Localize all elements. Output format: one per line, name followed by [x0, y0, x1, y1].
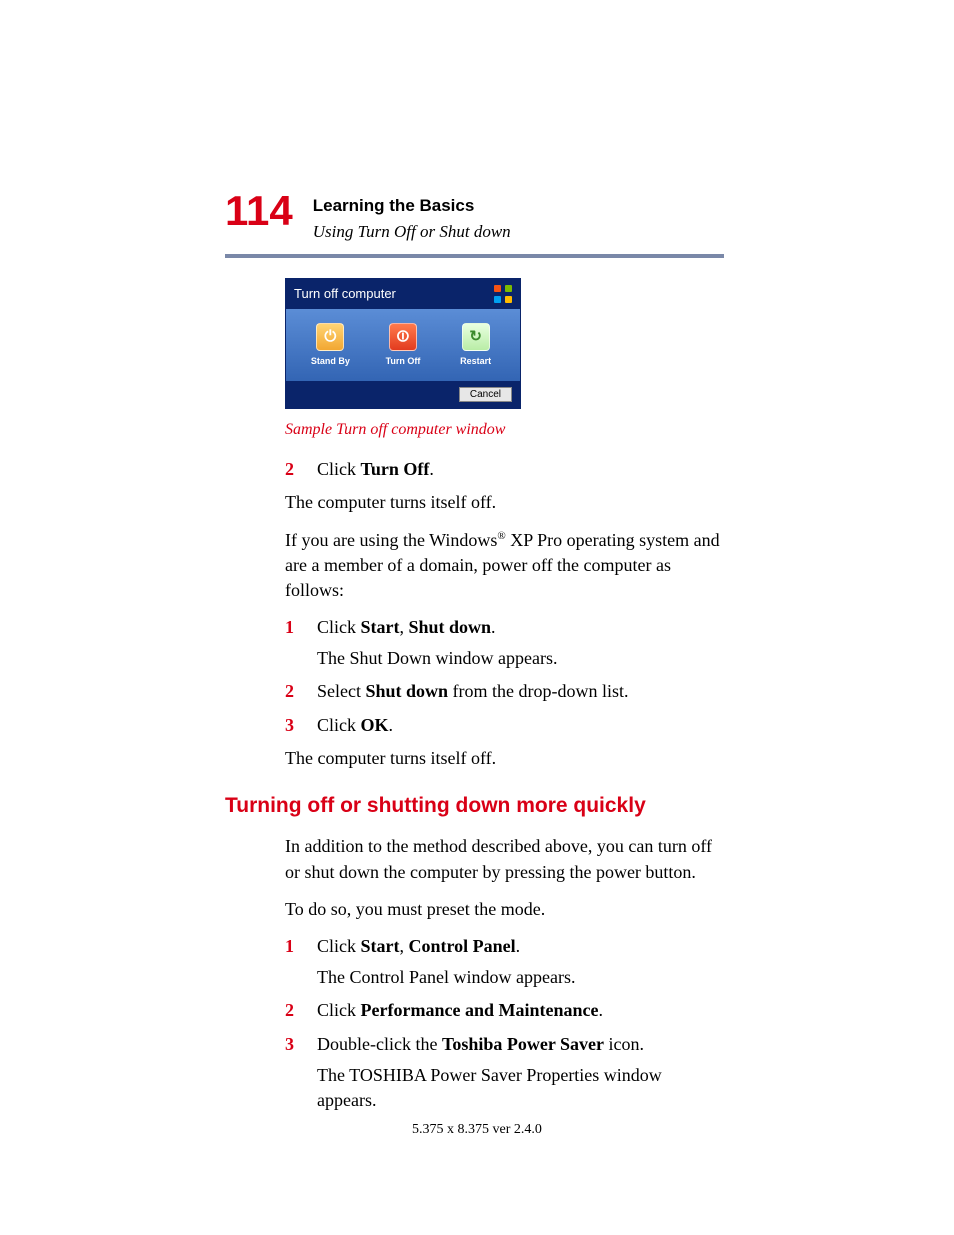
list-number: 2: [285, 679, 299, 704]
restart-label: Restart: [448, 355, 504, 368]
standby-icon: ⏻: [316, 323, 344, 351]
bold-text: OK: [361, 715, 389, 735]
dialog-figure: Turn off computer ⏻ Stand By ⏼ Turn Off: [285, 278, 724, 409]
text: ,: [400, 936, 409, 956]
list-body: Click OK.: [317, 713, 724, 738]
text: Click: [317, 459, 361, 479]
restart-button[interactable]: ↻ Restart: [448, 323, 504, 368]
page-content: Turn off computer ⏻ Stand By ⏼ Turn Off: [225, 278, 724, 1114]
list-number: 3: [285, 1032, 299, 1114]
chapter-title: Learning the Basics: [313, 194, 511, 218]
document-page: 114 Learning the Basics Using Turn Off o…: [0, 0, 954, 1235]
text: .: [598, 1000, 603, 1020]
list-item: 2 Select Shut down from the drop-down li…: [285, 679, 724, 704]
text: Click: [317, 715, 361, 735]
list-body: Click Performance and Maintenance.: [317, 998, 724, 1023]
text: Click: [317, 617, 361, 637]
standby-button[interactable]: ⏻ Stand By: [302, 323, 358, 368]
list-item: 1 Click Start, Shut down. The Shut Down …: [285, 615, 724, 671]
standby-label: Stand By: [302, 355, 358, 368]
list-item: 3 Double-click the Toshiba Power Saver i…: [285, 1032, 724, 1114]
text: Click: [317, 936, 361, 956]
turnoff-label: Turn Off: [375, 355, 431, 368]
header-text: Learning the Basics Using Turn Off or Sh…: [313, 190, 511, 244]
list-body: Select Shut down from the drop-down list…: [317, 679, 724, 704]
header-rule: [225, 254, 724, 258]
windows-logo-icon: [494, 285, 512, 303]
page-header: 114 Learning the Basics Using Turn Off o…: [225, 190, 724, 244]
list-number: 3: [285, 713, 299, 738]
sub-paragraph: The Control Panel window appears.: [317, 965, 724, 990]
text: ,: [400, 617, 409, 637]
text: .: [491, 617, 496, 637]
registered-symbol: ®: [497, 530, 505, 542]
bold-text: Start: [361, 936, 400, 956]
paragraph: In addition to the method described abov…: [285, 834, 724, 884]
list-body: Click Turn Off.: [317, 457, 724, 482]
text: .: [429, 459, 434, 479]
text: from the drop-down list.: [448, 681, 628, 701]
paragraph: The computer turns itself off.: [285, 746, 724, 771]
list-number: 2: [285, 998, 299, 1023]
text: icon.: [604, 1034, 644, 1054]
page-footer: 5.375 x 8.375 ver 2.4.0: [0, 1120, 954, 1140]
dialog-titlebar: Turn off computer: [286, 279, 520, 309]
paragraph: To do so, you must preset the mode.: [285, 897, 724, 922]
dialog-body: ⏻ Stand By ⏼ Turn Off ↻ Restart: [286, 309, 520, 381]
section-subtitle: Using Turn Off or Shut down: [313, 220, 511, 244]
dialog-title-text: Turn off computer: [294, 285, 396, 303]
list-item: 1 Click Start, Control Panel. The Contro…: [285, 934, 724, 990]
turnoff-icon: ⏼: [389, 323, 417, 351]
list-item: 2 Click Performance and Maintenance.: [285, 998, 724, 1023]
bold-text: Turn Off: [361, 459, 430, 479]
text: Select: [317, 681, 365, 701]
bold-text: Shut down: [409, 617, 492, 637]
turnoff-button[interactable]: ⏼ Turn Off: [375, 323, 431, 368]
sub-paragraph: The TOSHIBA Power Saver Properties windo…: [317, 1063, 724, 1113]
turn-off-dialog: Turn off computer ⏻ Stand By ⏼ Turn Off: [285, 278, 521, 409]
list-item: 3 Click OK.: [285, 713, 724, 738]
text: Double-click the: [317, 1034, 442, 1054]
text: .: [389, 715, 394, 735]
paragraph: The computer turns itself off.: [285, 490, 724, 515]
list-number: 2: [285, 457, 299, 482]
sub-paragraph: The Shut Down window appears.: [317, 646, 724, 671]
bold-text: Shut down: [365, 681, 448, 701]
text: If you are using the Windows: [285, 530, 497, 550]
list-number: 1: [285, 615, 299, 671]
figure-caption: Sample Turn off computer window: [285, 419, 724, 441]
cancel-button[interactable]: Cancel: [459, 387, 512, 402]
bold-text: Control Panel: [409, 936, 516, 956]
list-body: Click Start, Control Panel. The Control …: [317, 934, 724, 990]
list-body: Click Start, Shut down. The Shut Down wi…: [317, 615, 724, 671]
paragraph: If you are using the Windows® XP Pro ope…: [285, 528, 724, 604]
list-number: 1: [285, 934, 299, 990]
text: .: [516, 936, 521, 956]
bold-text: Start: [361, 617, 400, 637]
dialog-footer: Cancel: [286, 381, 520, 408]
list-body: Double-click the Toshiba Power Saver ico…: [317, 1032, 724, 1114]
list-item: 2 Click Turn Off.: [285, 457, 724, 482]
restart-icon: ↻: [462, 323, 490, 351]
text: Click: [317, 1000, 361, 1020]
bold-text: Performance and Maintenance: [361, 1000, 599, 1020]
page-number: 114: [225, 190, 293, 232]
heading-2: Turning off or shutting down more quickl…: [225, 791, 724, 820]
bold-text: Toshiba Power Saver: [442, 1034, 604, 1054]
